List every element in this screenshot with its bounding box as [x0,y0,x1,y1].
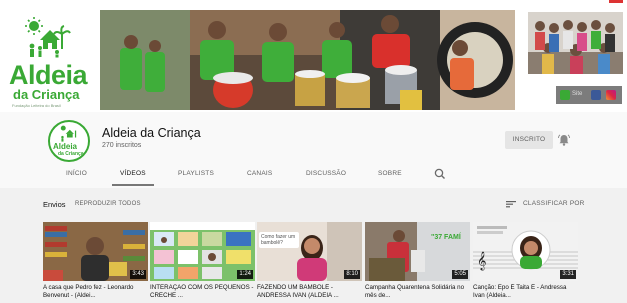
video-title[interactable]: Campanha Quarentena Solidária no mês de.… [365,284,471,300]
facebook-icon[interactable] [591,90,601,100]
tab-discussao[interactable]: DISCUSSÃO [306,162,346,186]
video-card[interactable]: 3:43 A casa que Pedro fez - Leonardo Ben… [43,222,151,300]
subscriber-count: 270 inscritos [102,142,142,149]
video-duration: 5:05 [452,270,468,279]
video-title[interactable]: A casa que Pedro fez - Leonardo Benvenut… [43,284,149,300]
subscribe-button[interactable]: INSCRITO [505,131,553,149]
channel-header: Aldeia da Criança Aldeia da Criança 270 … [0,112,627,188]
top-edge-accent [609,0,623,3]
tab-sobre[interactable]: SOBRE [378,162,402,186]
video-card[interactable]: "37 FAMÍ 5:05 Campanha Quarentena Solidá… [365,222,473,300]
village-logo-icon [60,125,77,142]
channel-banner: Aldeia da Criança Fundação Leiteira do B… [0,0,627,112]
video-thumbnail[interactable]: 𝄞 3:31 [473,222,578,281]
site-icon[interactable] [560,90,570,100]
channel-tabs: INÍCIO VÍDEOS PLAYLISTS CANAIS DISCUSSÃO… [0,162,627,186]
videos-section: Envios REPRODUZIR TODOS CLASSIFICAR POR … [0,188,627,303]
video-thumbnail[interactable]: 1:24 [150,222,255,281]
video-title[interactable]: FAZENDO UM BAMBOLÊ - ANDRESSA IVAN (ALDE… [257,284,363,300]
channel-name: Aldeia da Criança [102,126,201,140]
video-title[interactable]: INTERAÇÃO COM OS PEQUENOS - CRECHE ... [150,284,256,300]
video-thumbnail-caption: "37 FAMÍ [431,234,461,241]
tab-canais[interactable]: CANAIS [247,162,272,186]
instagram-icon[interactable] [606,90,616,100]
svg-text:𝄞: 𝄞 [477,251,486,271]
tab-playlists[interactable]: PLAYLISTS [178,162,214,186]
video-thumbnail-caption: Como fazer um bambolê? [261,234,296,246]
sort-label: CLASSIFICAR POR [523,200,585,207]
village-logo-icon [25,17,71,58]
tab-videos[interactable]: VÍDEOS [112,162,154,186]
avatar-title: Aldeia [53,142,78,151]
search-icon[interactable] [433,167,447,181]
bell-icon[interactable] [557,133,571,147]
banner-photo-group [528,12,623,74]
sort-icon [506,201,516,208]
video-card[interactable]: 1:24 INTERAÇÃO COM OS PEQUENOS - CRECHE … [150,222,258,300]
channel-avatar[interactable]: Aldeia da Criança [48,120,90,162]
play-all-button[interactable]: REPRODUZIR TODOS [75,201,141,207]
banner-social-links: Site [556,86,622,104]
video-thumbnail[interactable]: Como fazer um bambolê? 8:10 [257,222,362,281]
site-link-label[interactable]: Site [572,91,582,97]
tab-inicio[interactable]: INÍCIO [66,162,87,186]
video-duration: 1:24 [237,270,253,279]
avatar-subtitle: da Criança [58,151,84,157]
banner-logo-subtitle: da Criança [13,87,80,102]
video-duration: 8:10 [344,270,360,279]
video-thumbnail[interactable]: "37 FAMÍ 5:05 [365,222,470,281]
shelf-title: Envios [43,200,66,209]
banner-photo-children-drums [100,10,515,110]
banner-logo: Aldeia da Criança Fundação Leiteira do B… [0,14,100,108]
banner-logo-title: Aldeia [9,60,88,90]
banner-logo-tagline: Fundação Leiteira do Brasil [12,103,61,108]
video-thumbnail[interactable]: 3:43 [43,222,148,281]
video-duration: 3:43 [130,270,146,279]
video-duration: 3:31 [560,270,576,279]
video-title[interactable]: Canção: Epo É Taita É - Andressa Ivan (A… [473,284,579,300]
video-card[interactable]: 𝄞 3:31 Canção: Epo É Taita É - Andressa … [473,222,581,300]
video-card[interactable]: Como fazer um bambolê? 8:10 FAZENDO UM B… [257,222,365,300]
